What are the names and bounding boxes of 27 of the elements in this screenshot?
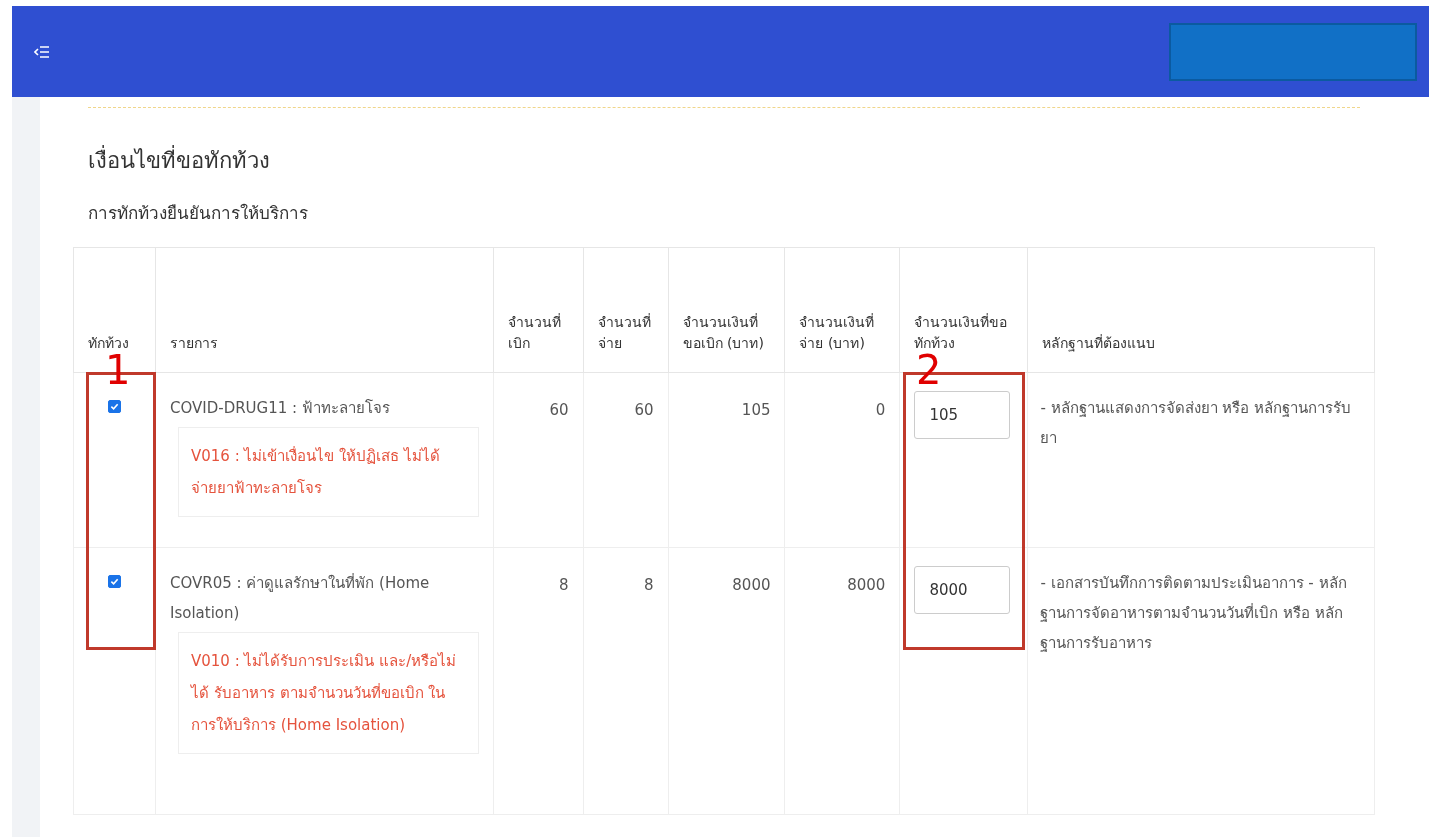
- table-cell: 8: [583, 547, 669, 814]
- warning-message: V016 : ไม่เข้าเงื่อนไข ให้ปฏิเสธ ไม่ได้จ่ายยาฟ้าทะลายโจร: [177, 426, 479, 517]
- warning-message: V010 : ไม่ได้รับการประเมิน และ/หรือไม่ได้ รับอาหาร ตามจำนวนวันที่ขอเบิก ในการให้บริการ (Home Isolation): [177, 631, 479, 754]
- column-header: หลักฐานที่ต้องแนบ: [1027, 247, 1375, 372]
- evidence-text: - เอกสารบันทึกการติดตามประเมินอาการ - หลักฐานการจัดอาหารตามจำนวนวันที่เบิก หรือ หลักฐานการรับอาหาร: [1027, 547, 1375, 814]
- section-subtitle: การทักท้วงยืนยันการให้บริการ: [88, 202, 309, 225]
- checkbox[interactable]: [108, 574, 121, 588]
- table-cell: 8: [493, 547, 584, 814]
- table-cell: 0: [785, 372, 900, 547]
- column-header: จำนวนที่เบิก: [493, 247, 584, 372]
- column-header: จำนวนที่จ่าย: [583, 247, 669, 372]
- item-name: COVR05 : ค่าดูแลรักษาในที่พัก (Home Isolation): [169, 572, 431, 624]
- table-cell: 8000: [785, 547, 900, 814]
- amount-input[interactable]: 105: [914, 390, 1011, 439]
- collapse-menu-icon[interactable]: [34, 45, 50, 58]
- amount-input[interactable]: 8000: [914, 565, 1011, 614]
- item-name: COVID-DRUG11 : ฟ้าทะลายโจร: [169, 397, 391, 419]
- section-title: เงื่อนไขที่ขอทักท้วง: [88, 144, 1375, 177]
- table-cell: 60: [583, 372, 669, 547]
- evidence-text: - หลักฐานแสดงการจัดส่งยา หรือ หลักฐานการรับยา: [1027, 372, 1375, 547]
- column-header: จำนวนเงินที่จ่าย (บาท): [785, 247, 900, 372]
- table-cell: 105: [668, 372, 785, 547]
- checkbox[interactable]: [108, 399, 121, 413]
- table-cell: 60: [493, 372, 584, 547]
- table-cell: 8000: [668, 547, 785, 814]
- column-header: จำนวนเงินที่ขอเบิก (บาท): [668, 247, 785, 372]
- column-header: รายการ: [155, 247, 494, 372]
